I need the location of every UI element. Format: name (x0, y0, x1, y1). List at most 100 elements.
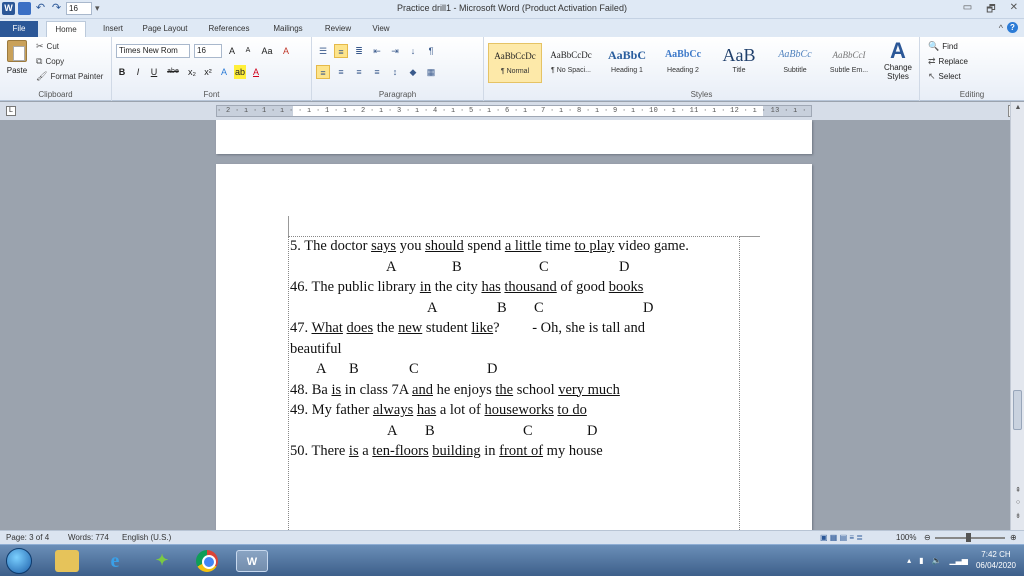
signal-icon[interactable]: ▁▃▅ (949, 556, 967, 565)
clipboard-icon (7, 40, 27, 62)
scroll-up-icon[interactable]: ▲ (1011, 104, 1024, 111)
tab-review[interactable]: Review (320, 21, 356, 37)
decrease-indent-icon[interactable]: ⇤ (370, 44, 384, 58)
current-page[interactable]: 5. The doctor says you should spend a li… (216, 164, 812, 530)
strikethrough-button[interactable]: abe (164, 65, 182, 79)
language-indicator[interactable]: English (U.S.) (122, 533, 171, 542)
highlight-icon[interactable]: ab (234, 65, 246, 79)
paragraph-group-label: Paragraph (378, 90, 417, 99)
minimize-button[interactable]: ▭ (963, 2, 972, 19)
font-size-combo[interactable]: 16 (194, 44, 222, 58)
clock-time: 7:42 CH (981, 550, 1011, 559)
word-taskbar-button[interactable]: W (236, 550, 268, 572)
shading-icon[interactable]: ◆ (406, 65, 420, 79)
format-painter-button[interactable]: 🖌 Format Painter (36, 71, 103, 82)
borders-icon[interactable]: ▦ (424, 65, 438, 79)
increase-indent-icon[interactable]: ⇥ (388, 44, 402, 58)
shrink-font-button[interactable]: A (242, 44, 254, 58)
restore-button[interactable]: 🗗 (986, 2, 995, 19)
document-text[interactable]: 5. The doctor says you should spend a li… (290, 236, 742, 462)
help-icon[interactable]: ? (1007, 22, 1018, 33)
redo-icon[interactable]: ↷ (50, 2, 63, 15)
align-right-icon[interactable]: ≡ (352, 65, 366, 79)
internet-explorer-icon[interactable]: e (103, 550, 127, 572)
previous-page-icon[interactable]: ⇞ (1011, 486, 1024, 494)
style-subtle-emphasis[interactable]: AaBbCcI Subtle Em... (822, 43, 876, 83)
word-count[interactable]: Words: 774 (68, 533, 109, 542)
font-name-combo[interactable]: Times New Rom (116, 44, 190, 58)
change-styles-button[interactable]: A Change Styles (878, 39, 918, 82)
question-45: 5. The doctor says you should spend a li… (290, 238, 689, 254)
replace-button[interactable]: ⇄ Replace (928, 56, 968, 67)
vertical-scrollbar[interactable]: ▲ ⇞ ○ ⇟ (1010, 102, 1024, 530)
multilevel-list-icon[interactable]: ≣ (352, 44, 366, 58)
zoom-slider-thumb[interactable] (966, 533, 971, 542)
tab-selector-icon[interactable]: L (6, 106, 16, 116)
align-left-icon[interactable]: ≡ (316, 65, 330, 79)
next-page-icon[interactable]: ⇟ (1011, 512, 1024, 520)
page-count[interactable]: Page: 3 of 4 (6, 533, 49, 542)
select-button[interactable]: ↖ Select (928, 71, 961, 82)
bold-button[interactable]: B (116, 65, 128, 79)
line-spacing-icon[interactable]: ↕ (388, 65, 402, 79)
zoom-level[interactable]: 100% (896, 533, 916, 542)
volume-icon[interactable]: 🔈 (932, 556, 942, 565)
save-icon[interactable] (18, 2, 31, 15)
zoom-out-icon[interactable]: ⊖ (924, 533, 931, 542)
superscript-button[interactable]: x² (202, 65, 214, 79)
style-title[interactable]: AaB Title (712, 43, 766, 83)
minimize-ribbon-icon[interactable]: ^ (999, 23, 1003, 33)
copy-button[interactable]: ⧉ Copy (36, 56, 64, 67)
taskbar: e ✦ W ▴ ▮ 🔈 ▁▃▅ 7:42 CH 06/04/2020 (0, 544, 1024, 576)
close-button[interactable]: ✕ (1010, 2, 1018, 19)
clear-formatting-button[interactable]: A (280, 44, 292, 58)
tab-references[interactable]: References (202, 21, 256, 37)
tab-file[interactable]: File (0, 21, 38, 37)
show-hidden-icons-icon[interactable]: ▴ (907, 556, 911, 565)
app-icon[interactable]: ✦ (150, 550, 174, 572)
cut-button[interactable]: ✂ Cut (36, 41, 59, 52)
qat-font-size-box[interactable]: 16 (66, 2, 92, 15)
style-name: Heading 2 (667, 67, 699, 74)
subscript-button[interactable]: x₂ (186, 65, 198, 79)
sort-icon[interactable]: ↓ (406, 44, 420, 58)
bullets-icon[interactable]: ☰ (316, 44, 330, 58)
justify-icon[interactable]: ≡ (370, 65, 384, 79)
tab-home[interactable]: Home (46, 21, 86, 37)
style-heading-2[interactable]: AaBbCc Heading 2 (656, 43, 710, 83)
clock[interactable]: 7:42 CH 06/04/2020 (976, 549, 1016, 571)
tab-insert[interactable]: Insert (96, 21, 130, 37)
style-no-spacing[interactable]: AaBbCcDc ¶ No Spaci... (544, 43, 598, 83)
tab-view[interactable]: View (366, 21, 396, 37)
customize-qat-icon[interactable]: ▾ (95, 3, 100, 14)
undo-icon[interactable]: ↶ (34, 2, 47, 15)
underline-button[interactable]: U (148, 65, 160, 79)
text-effects-icon[interactable]: A (218, 65, 230, 79)
question-47-continued: beautiful (290, 340, 342, 357)
start-button[interactable] (6, 548, 32, 574)
style-normal[interactable]: AaBbCcDc ¶ Normal (488, 43, 542, 83)
chrome-icon[interactable] (196, 550, 218, 572)
browse-object-icon[interactable]: ○ (1011, 499, 1024, 506)
italic-button[interactable]: I (132, 65, 144, 79)
pilcrow-icon[interactable]: ¶ (424, 44, 438, 58)
change-case-button[interactable]: Aa (258, 44, 276, 58)
find-button[interactable]: 🔍 Find (928, 41, 958, 52)
align-center-icon[interactable]: ≡ (334, 65, 348, 79)
paste-button[interactable]: Paste (4, 40, 30, 82)
scroll-thumb[interactable] (1013, 390, 1022, 430)
zoom-in-icon[interactable]: ⊕ (1010, 533, 1017, 542)
word-logo-icon[interactable]: W (2, 2, 15, 15)
font-color-icon[interactable]: A (250, 65, 262, 79)
network-icon[interactable]: ▮ (919, 556, 923, 565)
horizontal-ruler[interactable]: · 2 · ı · 1 · ı · · ı · 1 · ı · 2 · ı · … (216, 105, 812, 117)
view-buttons-icon[interactable]: ▣ ▦ ▤ ≡ ≣ (820, 533, 863, 542)
tab-mailings[interactable]: Mailings (266, 21, 310, 37)
window-title: Practice drill1 - Microsoft Word (Produc… (397, 3, 627, 13)
tab-page-layout[interactable]: Page Layout (138, 21, 192, 37)
file-explorer-icon[interactable] (55, 550, 79, 572)
style-subtitle[interactable]: AaBbCc Subtitle (768, 43, 822, 83)
style-heading-1[interactable]: AaBbC Heading 1 (600, 43, 654, 83)
numbering-icon[interactable]: ≡ (334, 44, 348, 58)
grow-font-button[interactable]: A (226, 44, 238, 58)
